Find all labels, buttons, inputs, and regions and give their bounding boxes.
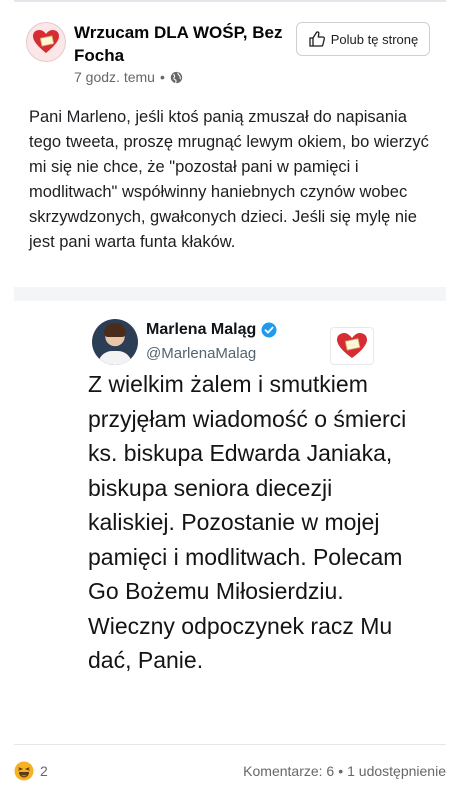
heart-icon — [33, 30, 59, 53]
embedded-tweet-image[interactable]: Marlena Maląg @MarlenaMalag Z wielkim ża… — [14, 301, 446, 741]
verified-badge-icon — [261, 322, 277, 338]
tweet-text: Z wielkim żalem i smutkiem przyjęłam wia… — [88, 371, 407, 673]
post-meta: 7 godz. temu • — [74, 69, 183, 85]
embed-divider — [14, 287, 446, 301]
post-time[interactable]: 7 godz. temu — [74, 69, 155, 85]
haha-emoji-icon — [14, 761, 34, 781]
tweet-handle: @MarlenaMalag — [146, 345, 257, 362]
like-page-label: Polub tę stronę — [330, 31, 419, 47]
tweet-author: Marlena Maląg — [146, 321, 277, 339]
like-page-button[interactable]: Polub tę stronę — [296, 22, 430, 56]
reactions[interactable]: 2 — [14, 761, 48, 781]
page-avatar[interactable] — [26, 22, 66, 62]
footer-separator — [14, 744, 446, 745]
sticker-heart-icon — [330, 327, 374, 365]
meta-separator: • — [159, 69, 165, 85]
globe-icon — [170, 71, 183, 83]
reaction-count: 2 — [40, 763, 48, 779]
post-text: Pani Marleno, jeśli ktoś panią zmuszał d… — [29, 108, 429, 251]
thumbs-up-icon — [309, 31, 325, 47]
tweet-avatar — [92, 319, 138, 365]
tweet-author-name: Marlena Maląg — [146, 321, 257, 338]
shares-count[interactable]: 1 udostępnienie — [347, 763, 446, 779]
comments-count[interactable]: Komentarze: 6 — [243, 763, 334, 779]
stats-separator: • — [338, 763, 344, 779]
page-name[interactable]: Wrzucam DLA WOŚP, Bez Focha — [74, 21, 284, 67]
post-stats: Komentarze: 6 • 1 udostępnienie — [243, 763, 446, 779]
post-header: Wrzucam DLA WOŚP, Bez Focha 7 godz. temu… — [0, 0, 460, 100]
